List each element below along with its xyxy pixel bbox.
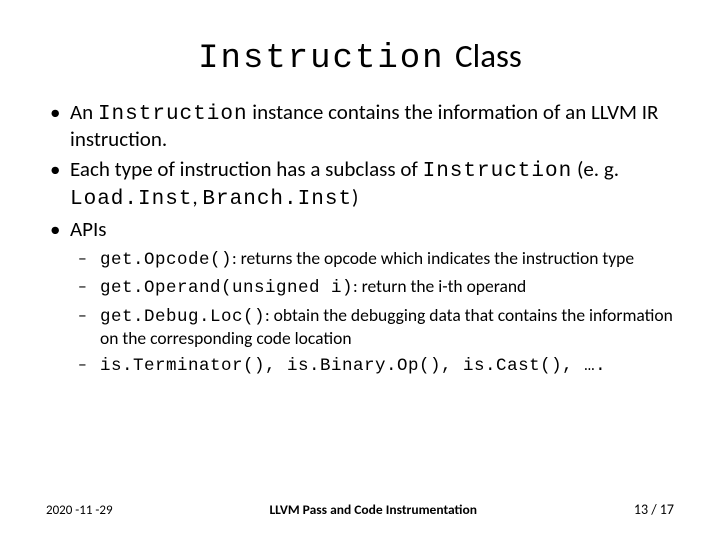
api-item: get.Opcode(): returns the opcode which i…: [70, 248, 676, 271]
bullet-list: An Instruction instance contains the inf…: [44, 100, 676, 383]
text: ,: [192, 184, 202, 210]
bullet-1: An Instruction instance contains the inf…: [44, 100, 676, 152]
footer-title: LLVM Pass and Code Instrumentation: [113, 501, 634, 518]
title-code: Instruction: [198, 40, 444, 78]
slide: Instruction Class An Instruction instanc…: [0, 0, 720, 540]
code: Instruction: [423, 160, 573, 183]
text: Each type of instruction has a subclass …: [70, 156, 423, 182]
api-desc: : return the i-th operand: [353, 275, 526, 297]
api-desc: : returns the opcode which indicates the…: [232, 247, 634, 269]
footer: 2020 -11 -29 LLVM Pass and Code Instrume…: [44, 501, 676, 522]
api-list: get.Opcode(): returns the opcode which i…: [70, 248, 676, 378]
code: Instruction: [98, 103, 248, 126]
api-item: is.Terminator(), is.Binary.Op(), is.Cast…: [70, 354, 676, 377]
code: Branch.Inst: [202, 188, 352, 211]
footer-date: 2020 -11 -29: [46, 503, 113, 518]
bullet-2: Each type of instruction has a subclass …: [44, 157, 676, 211]
api-code: get.Opcode(): [100, 250, 232, 270]
title-text: Class: [455, 36, 522, 76]
bullet-3: APIs get.Opcode(): returns the opcode wh…: [44, 217, 676, 378]
text: APIs: [70, 216, 107, 242]
api-code: get.Operand(unsigned i): [100, 278, 353, 298]
api-item: get.Operand(unsigned i): return the i-th…: [70, 276, 676, 299]
slide-title: Instruction Class: [44, 36, 676, 78]
text: ): [352, 184, 358, 210]
api-item: get.Debug.Loc(): obtain the debugging da…: [70, 305, 676, 350]
text: An: [70, 99, 98, 125]
code: Load.Inst: [70, 188, 192, 211]
api-code: is.Terminator(), is.Binary.Op(), is.Cast…: [100, 356, 606, 376]
footer-page: 13 / 17: [634, 501, 674, 518]
api-code: get.Debug.Loc(): [100, 307, 265, 327]
text: (e. g.: [572, 156, 619, 182]
